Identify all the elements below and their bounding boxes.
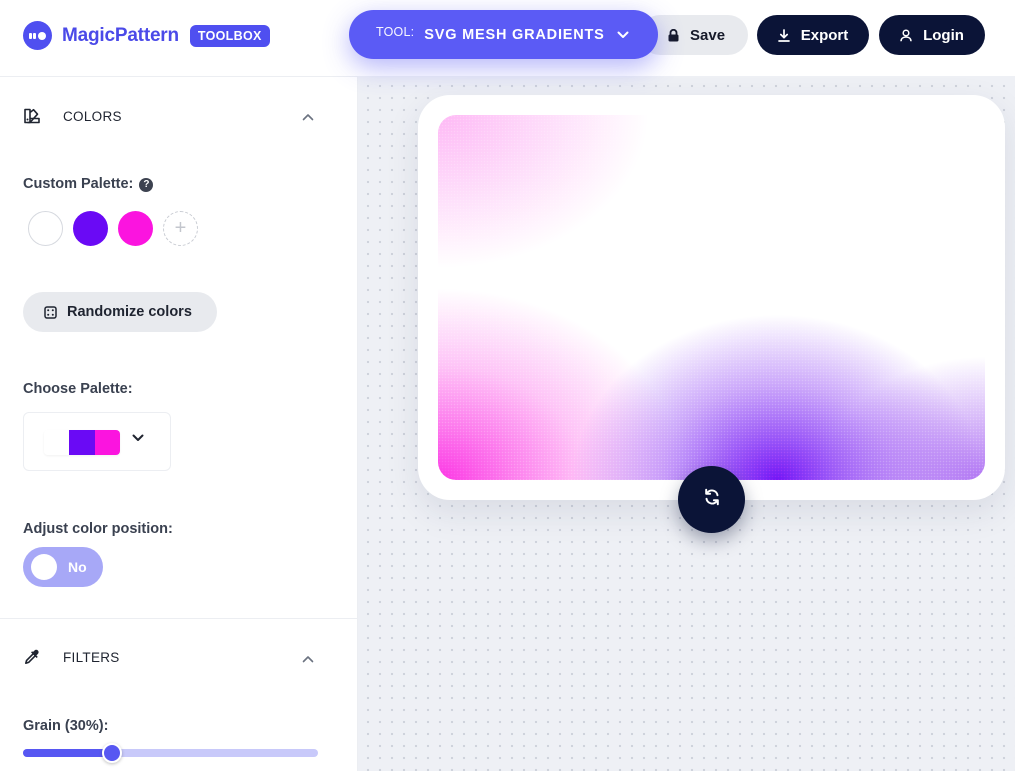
- choose-palette-label: Choose Palette:: [23, 381, 133, 397]
- swatch-white[interactable]: [28, 211, 63, 246]
- login-button[interactable]: Login: [879, 15, 985, 55]
- section-divider: [0, 618, 358, 619]
- tool-prefix: TOOL:: [376, 24, 415, 39]
- colors-section-header[interactable]: COLORS: [23, 107, 122, 125]
- palette-icon: [23, 107, 41, 125]
- magicpattern-logo-icon: [23, 21, 52, 50]
- login-label: Login: [923, 26, 964, 44]
- toggle-knob: [31, 554, 57, 580]
- preview-canvas: [358, 76, 1015, 771]
- grain-slider-thumb[interactable]: [102, 743, 122, 763]
- sidebar: COLORS Custom Palette:? + Randomize colo…: [0, 76, 358, 771]
- palette-color-white: [44, 430, 70, 455]
- chevron-up-icon[interactable]: [300, 651, 316, 667]
- filters-section-header[interactable]: FILTERS: [23, 648, 120, 666]
- filters-section-title: FILTERS: [63, 649, 120, 665]
- help-icon[interactable]: ?: [139, 177, 154, 192]
- user-icon: [900, 28, 912, 42]
- adjust-position-toggle[interactable]: No: [23, 547, 103, 587]
- grain-slider[interactable]: [23, 743, 318, 763]
- save-label: Save: [690, 26, 726, 44]
- chevron-down-icon: [132, 434, 144, 442]
- swatch-pink[interactable]: [118, 211, 153, 246]
- refresh-icon: [702, 487, 722, 512]
- lock-icon: [668, 28, 679, 42]
- download-icon: [777, 28, 790, 42]
- chevron-down-icon: [617, 31, 629, 39]
- colors-section-title: COLORS: [63, 108, 122, 124]
- randomize-colors-button[interactable]: Randomize colors: [23, 292, 217, 332]
- palette-color-pink: [94, 430, 120, 455]
- export-button[interactable]: Export: [757, 15, 869, 55]
- dice-icon: [44, 305, 57, 319]
- brand-name: MagicPattern: [62, 24, 179, 46]
- eyedropper-icon: [23, 648, 41, 666]
- custom-palette-text: Custom Palette:: [23, 176, 134, 192]
- preview-frame: [418, 95, 1005, 500]
- export-label: Export: [800, 26, 849, 44]
- mesh-gradient-preview: [438, 115, 985, 480]
- swatch-purple[interactable]: [73, 211, 108, 246]
- palette-preview: [44, 430, 120, 455]
- custom-palette-label: Custom Palette:?: [23, 176, 154, 192]
- regenerate-button[interactable]: [678, 466, 745, 533]
- toolbox-badge[interactable]: TOOLBOX: [189, 24, 270, 47]
- adjust-position-label: Adjust color position:: [23, 521, 173, 537]
- grain-label: Grain (30%):: [23, 718, 109, 734]
- chevron-up-icon[interactable]: [300, 109, 316, 125]
- palette-color-purple: [69, 430, 95, 455]
- randomize-label: Randomize colors: [67, 304, 192, 320]
- palette-dropdown[interactable]: [23, 412, 171, 471]
- grain-overlay: [438, 115, 985, 480]
- tool-selector[interactable]: TOOL: SVG MESH GRADIENTS: [349, 10, 658, 59]
- toggle-value: No: [68, 559, 87, 575]
- tool-name: SVG MESH GRADIENTS: [424, 26, 605, 43]
- plus-icon: +: [174, 217, 187, 239]
- logo[interactable]: MagicPattern TOOLBOX: [23, 21, 270, 50]
- add-color-button[interactable]: +: [163, 211, 198, 246]
- grain-slider-fill: [23, 749, 112, 757]
